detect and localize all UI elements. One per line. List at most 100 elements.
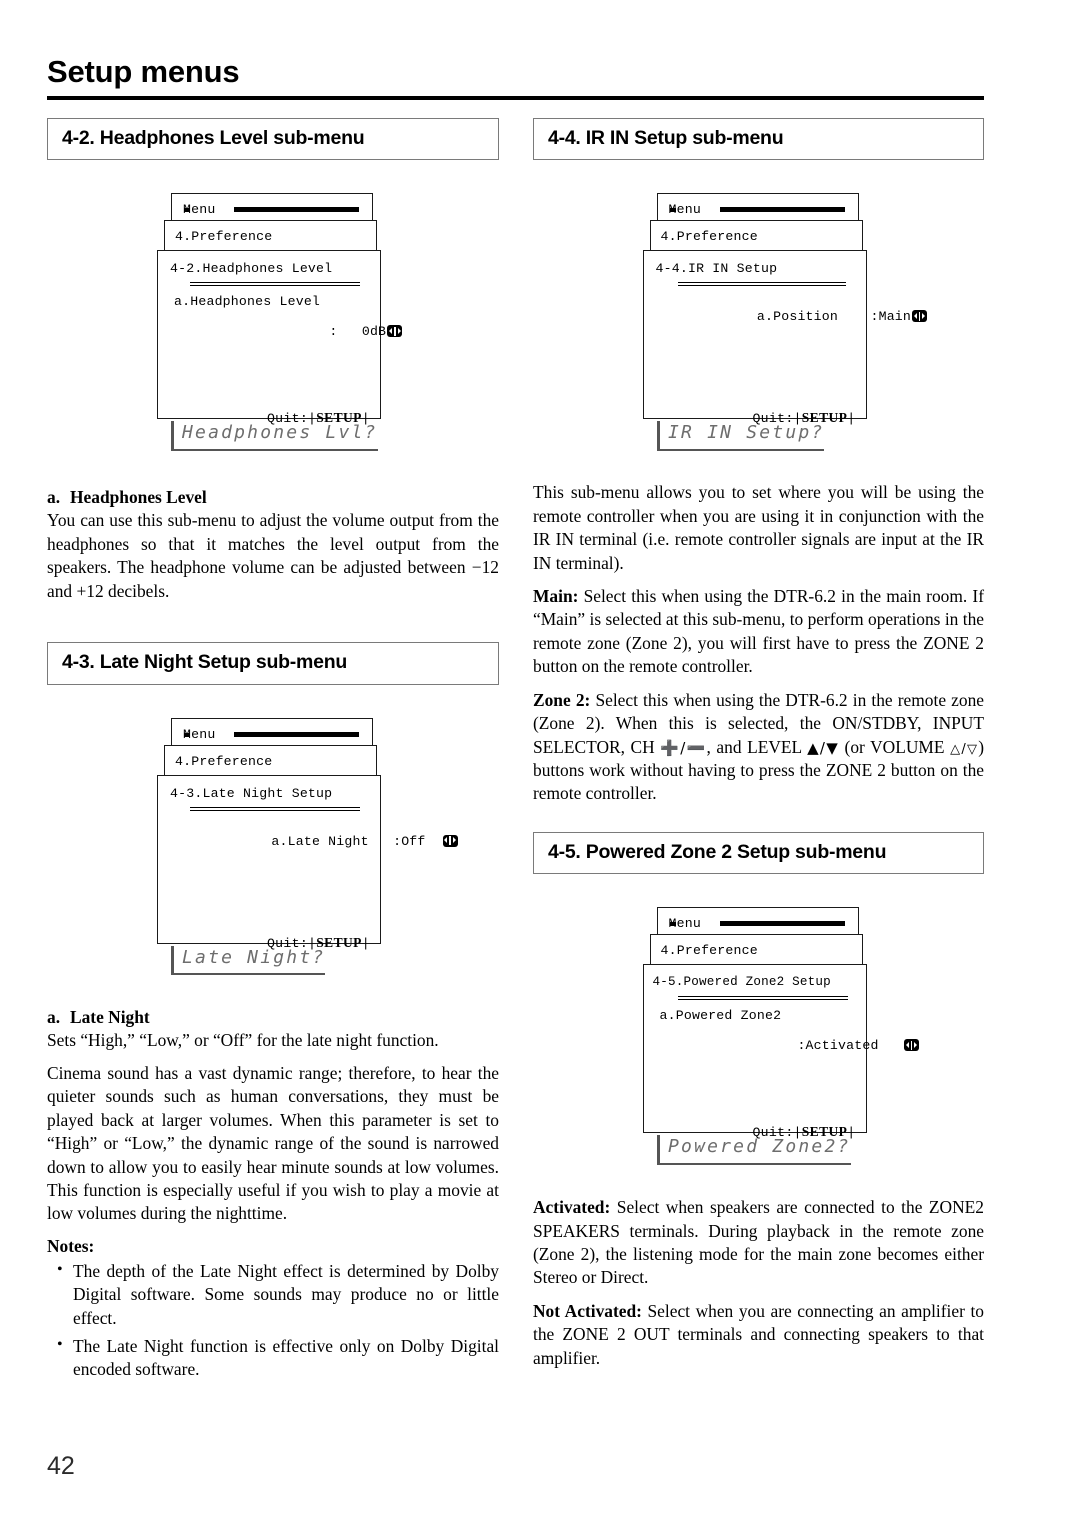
quit-label: Quit:|	[752, 411, 802, 427]
menu-figure-powered-zone2: Menu 4.Preference 4-5.Powered Zone2 Setu…	[642, 907, 919, 1140]
ch-plus-minus-icon: ➕/➖	[660, 738, 707, 757]
quit-close: |	[361, 411, 370, 427]
menu-parent-label: 4.Preference	[660, 943, 758, 959]
run-in-body-zone2-b: , and LEVEL	[706, 736, 808, 757]
quit-close: |	[361, 935, 370, 951]
subheading-headphones-level: a. Headphones Level	[47, 487, 499, 508]
paragraph-ir-in-main: Main: Select this when using the DTR-6.2…	[533, 585, 984, 679]
section-header-late-night: 4-3. Late Night Setup sub-menu	[47, 642, 499, 685]
left-right-arrow-icon	[442, 834, 458, 847]
section-header-headphones-level: 4-2. Headphones Level sub-menu	[47, 118, 499, 161]
section-header-label: 4-2. Headphones Level sub-menu	[62, 127, 365, 149]
submenu-quit-row: Quit:|SETUP|	[158, 920, 370, 966]
menu-window-submenu: 4-3.Late Night Setup a.Late Night :Off Q…	[157, 774, 458, 951]
submenu-quit-row: Quit:|SETUP|	[158, 395, 370, 441]
menu-root-label: Menu	[183, 202, 216, 218]
submenu-title: 4-2.Headphones Level	[170, 261, 333, 277]
list-item: The Late Night function is effective onl…	[47, 1334, 499, 1382]
section-header-powered-zone2: 4-5. Powered Zone 2 Setup sub-menu	[533, 831, 984, 875]
submenu-title-rule	[190, 282, 360, 287]
paragraph-late-night-2: Cinema sound has a vast dynamic range; t…	[47, 1062, 499, 1224]
menu-root-label: Menu	[183, 726, 216, 742]
menu-title-rule	[234, 207, 359, 213]
submenu-item-row: a.Position :Main	[660, 294, 928, 339]
manual-page: Setup menus 4-2. Headphones Level sub-me…	[0, 0, 1080, 1528]
setup-key-label: SETUP	[801, 1124, 848, 1140]
submenu-item-value: : 0dB	[232, 309, 403, 354]
submenu-title: 4-5.Powered Zone2 Setup	[652, 975, 831, 990]
section-header-label: 4-3. Late Night Setup sub-menu	[62, 651, 348, 674]
left-right-arrow-icon	[903, 1039, 919, 1052]
submenu-quit-row: Quit:|SETUP|	[644, 1109, 856, 1155]
submenu-item-row: a.Late Night :Off	[174, 819, 458, 864]
submenu-title-rule	[677, 282, 846, 287]
menu-window-submenu: 4-2.Headphones Level a.Headphones Level …	[157, 250, 403, 426]
submenu-item-text: a.Position :Main	[756, 309, 912, 325]
run-in-head-zone2: Zone 2:	[533, 689, 591, 710]
submenu-title-rule	[190, 806, 360, 811]
left-column: 4-2. Headphones Level sub-menu Menu 4.Pr…	[47, 118, 499, 1387]
menu-title-rule	[719, 207, 845, 213]
menu-parent-label: 4.Preference	[660, 229, 758, 245]
subheading-index: a.	[47, 487, 61, 508]
menu-root-label: Menu	[668, 916, 701, 932]
notes-label: Notes:	[47, 1235, 95, 1256]
menu-title-rule	[719, 921, 845, 927]
run-in-head-activated: Activated:	[533, 1197, 611, 1218]
page-number: 42	[47, 1452, 75, 1480]
volume-up-down-icon: △/▽	[950, 741, 979, 757]
submenu-item-value-text: : 0dB	[329, 324, 387, 340]
menu-root-label: Menu	[668, 202, 701, 218]
menu-window-submenu: 4-4.IR IN Setup a.Position :Main Quit:|S…	[642, 250, 928, 426]
section-header-ir-in-setup: 4-4. IR IN Setup sub-menu	[533, 118, 984, 161]
subheading-text: Late Night	[70, 1006, 150, 1027]
menu-window-submenu: 4-5.Powered Zone2 Setup a.Powered Zone2 …	[642, 964, 919, 1140]
submenu-item-value: :Activated	[660, 1023, 919, 1068]
submenu-item-label: a.Powered Zone2	[659, 1008, 782, 1024]
menu-parent-label: 4.Preference	[175, 753, 273, 769]
menu-figure-late-night: Menu 4.Preference 4-3.Late Night Setup a…	[157, 717, 458, 951]
submenu-quit-row: Quit:|SETUP|	[644, 395, 856, 441]
submenu-item-value-text: :Activated	[756, 1038, 879, 1054]
submenu-title: 4-4.IR IN Setup	[655, 261, 778, 277]
menu-parent-label: 4.Preference	[175, 229, 273, 245]
quit-close: |	[847, 1125, 856, 1141]
notes-list: The depth of the Late Night effect is de…	[47, 1259, 499, 1382]
subheading-late-night: a. Late Night	[47, 1007, 499, 1028]
setup-key-label: SETUP	[316, 410, 362, 426]
subheading-text: Headphones Level	[70, 487, 207, 508]
run-in-head-main: Main:	[533, 586, 579, 607]
setup-key-label: SETUP	[316, 934, 362, 950]
paragraph-ir-in-zone2: Zone 2: Select this when using the DTR-6…	[533, 689, 984, 806]
section-header-label: 4-4. IR IN Setup sub-menu	[548, 127, 784, 149]
list-item: The depth of the Late Night effect is de…	[47, 1259, 499, 1330]
section-header-label: 4-5. Powered Zone 2 Setup sub-menu	[548, 840, 887, 863]
left-right-arrow-icon	[387, 325, 403, 338]
paragraph-activated: Activated: Select when speakers are conn…	[533, 1196, 984, 1290]
paragraph-not-activated: Not Activated: Select when you are conne…	[533, 1300, 984, 1370]
submenu-title: 4-3.Late Night Setup	[170, 785, 333, 801]
paragraph-late-night-1: Sets “High,” “Low,” or “Off” for the lat…	[47, 1029, 439, 1050]
menu-figure-ir-in: Menu 4.Preference 4-4.IR IN Setup a.Posi…	[642, 193, 928, 426]
submenu-title-rule	[677, 996, 848, 1001]
page-title: Setup menus	[47, 54, 240, 89]
run-in-head-not-activated: Not Activated:	[533, 1300, 642, 1321]
right-column: 4-4. IR IN Setup sub-menu Menu 4.Prefere…	[533, 118, 984, 1380]
quit-label: Quit:|	[266, 935, 317, 951]
menu-figure-headphones: Menu 4.Preference 4-2.Headphones Level a…	[157, 193, 403, 426]
menu-title-rule	[234, 731, 359, 737]
left-right-arrow-icon	[912, 310, 928, 323]
run-in-body-zone2-c: (or VOLUME	[838, 736, 951, 757]
level-up-down-icon: ▲/▼	[807, 738, 839, 757]
quit-label: Quit:|	[752, 1125, 802, 1141]
paragraph-headphones-level: You can use this sub-menu to adjust the …	[47, 510, 499, 601]
run-in-body-main: Select this when using the DTR-6.2 in th…	[533, 586, 984, 677]
paragraph-ir-in-intro: This sub-menu allows you to set where yo…	[533, 482, 984, 573]
quit-label: Quit:|	[266, 411, 317, 427]
quit-close: |	[847, 411, 856, 427]
submenu-item-text: a.Late Night :Off	[271, 833, 426, 849]
setup-key-label: SETUP	[801, 410, 848, 426]
subheading-index: a.	[47, 1006, 61, 1027]
header-divider	[47, 96, 984, 100]
submenu-item-label: a.Headphones Level	[174, 294, 321, 310]
